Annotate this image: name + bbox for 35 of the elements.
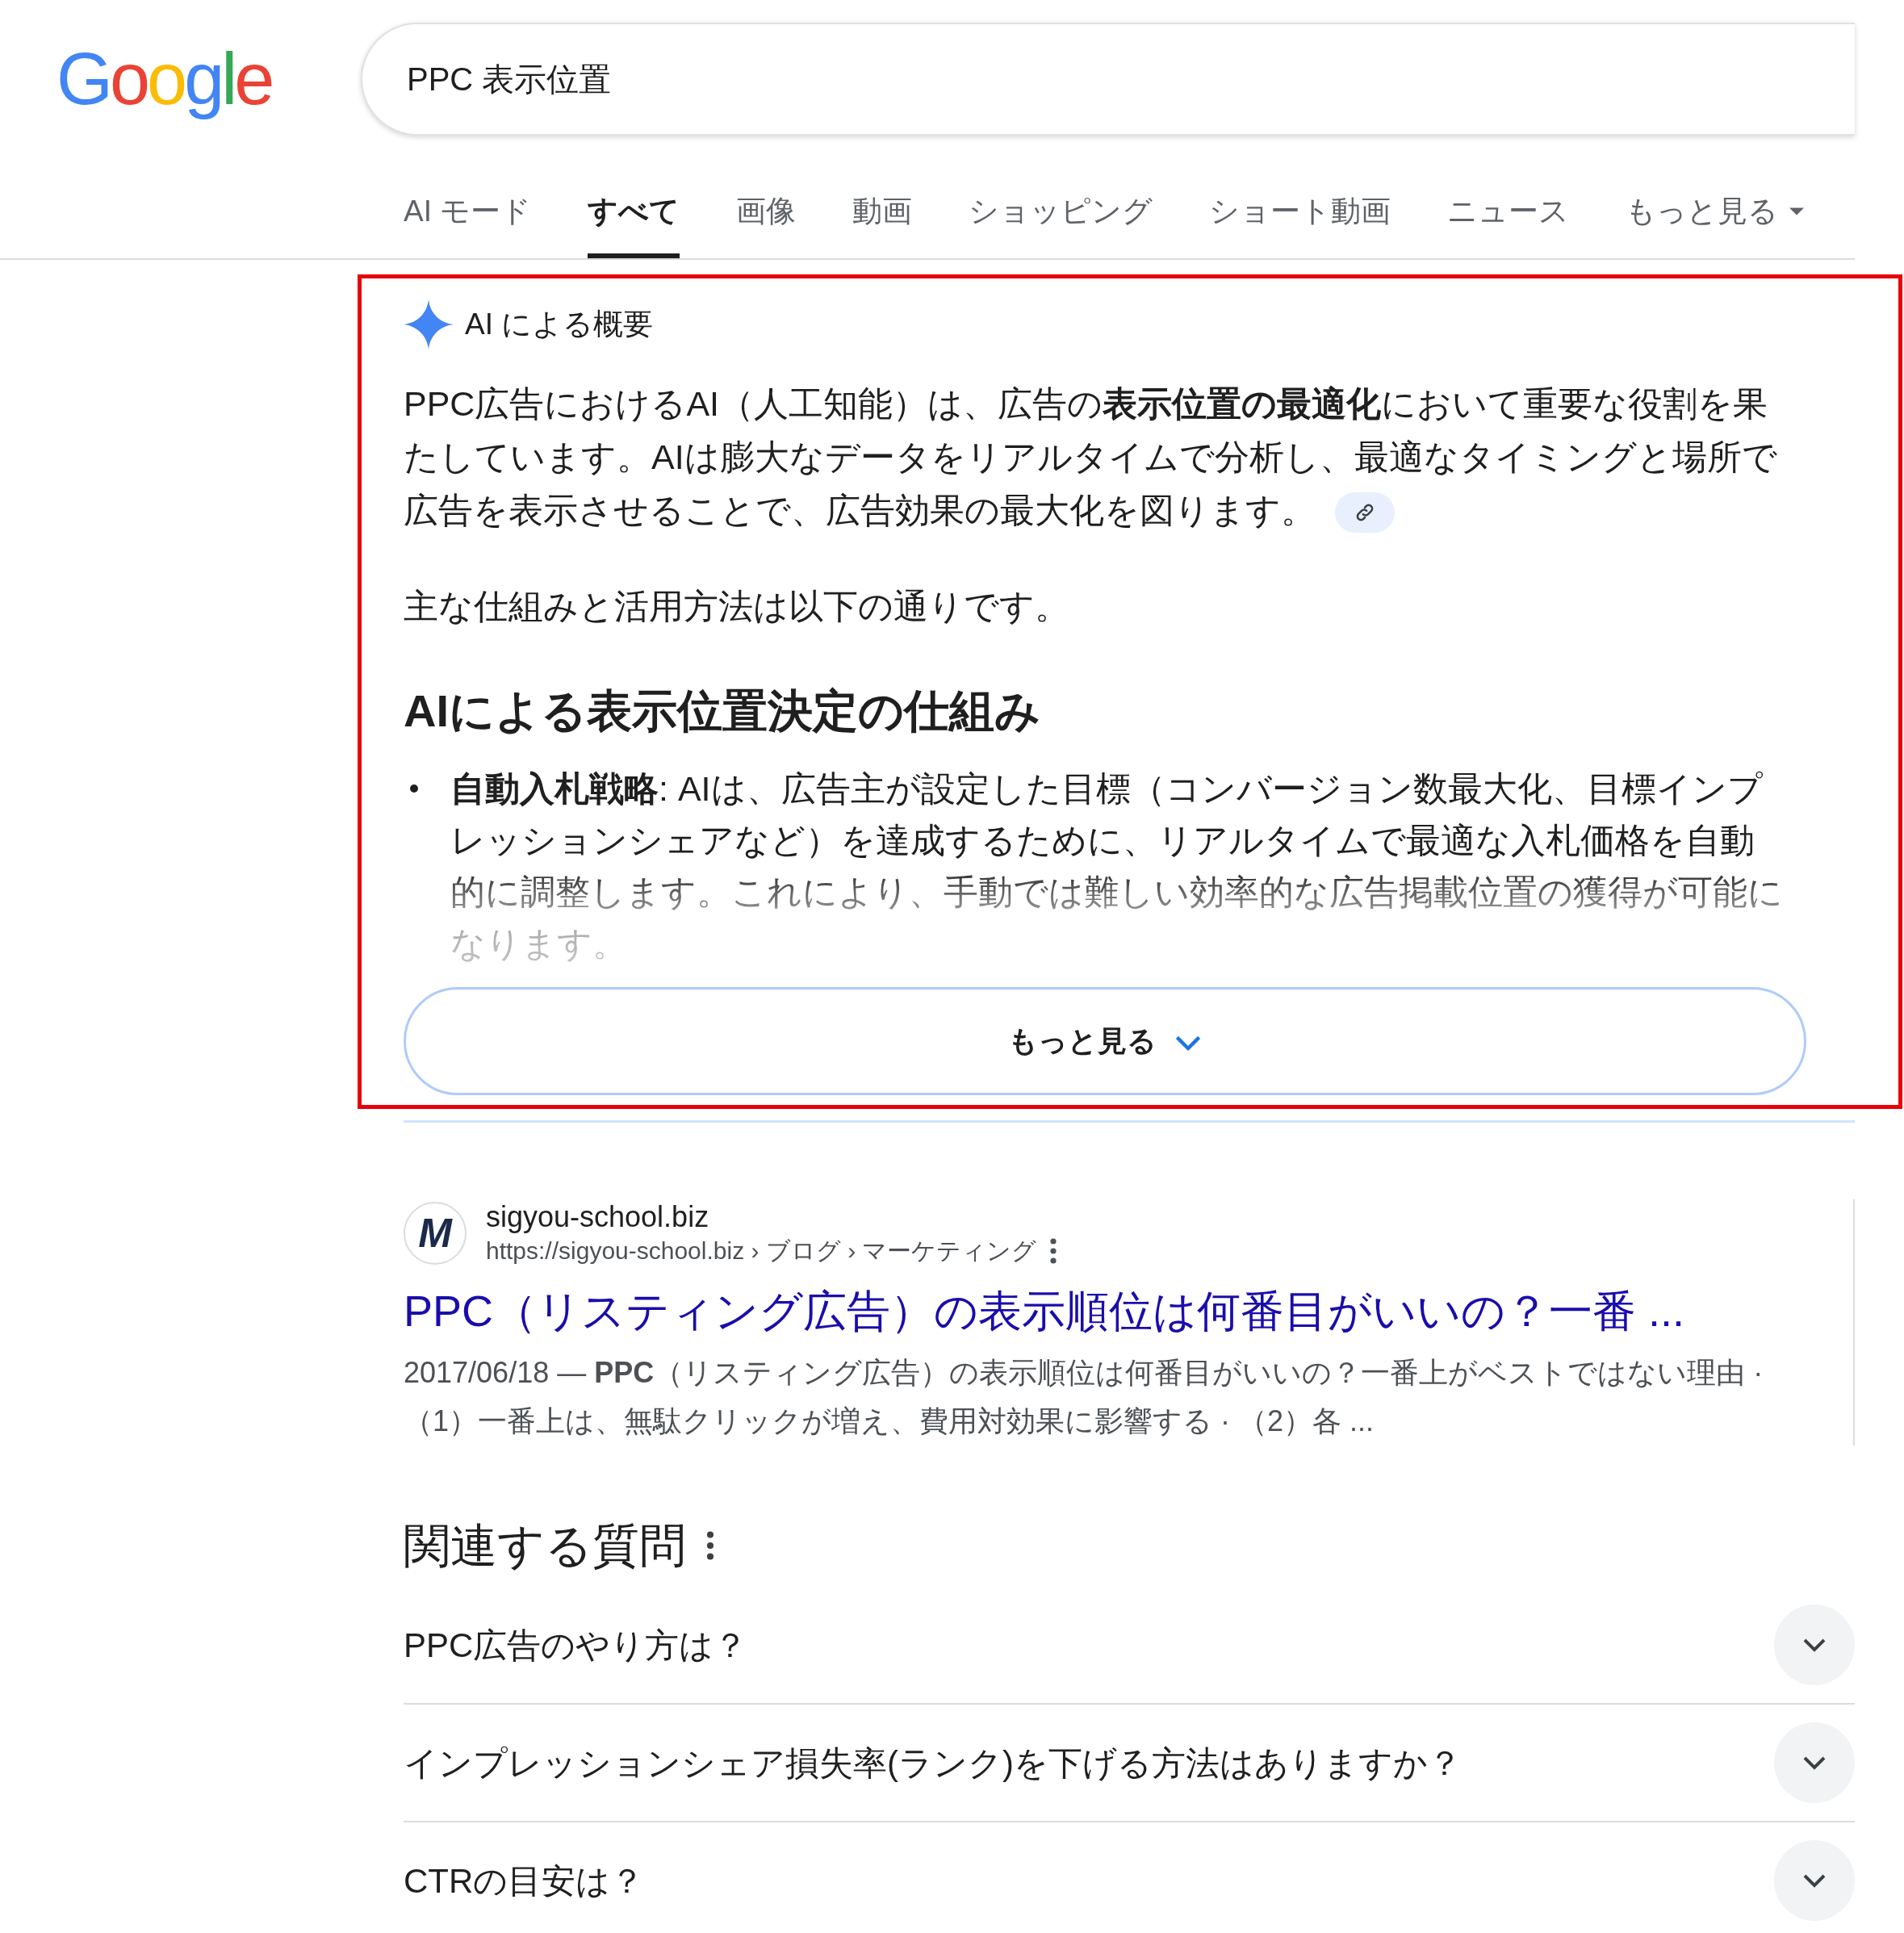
question-text[interactable]: PPC広告のやり方は？ bbox=[404, 1619, 748, 1671]
tab[interactable]: 動画 bbox=[852, 189, 913, 258]
link-icon-button[interactable] bbox=[1335, 492, 1395, 533]
question-text[interactable]: インプレッションシェア損失率(ランク)を下げる方法はありますか？ bbox=[404, 1737, 1462, 1789]
result-url: https://sigyou-school.biz › ブログ › マーケティング bbox=[486, 1236, 1037, 1266]
chevron-icon bbox=[1174, 1035, 1202, 1052]
section-title: AI による概要 bbox=[465, 306, 654, 342]
tab[interactable]: すべて bbox=[588, 189, 680, 258]
section-heading: AIによる表示位置決定の仕組み bbox=[404, 684, 1041, 738]
chevron-icon bbox=[1802, 1873, 1827, 1888]
sparkle-icon bbox=[404, 299, 454, 349]
result-title-link[interactable]: PPC（リスティング広告）の表示順位は何番目がいいの？一番 ... bbox=[404, 1278, 1853, 1344]
tab[interactable]: ショート動画 bbox=[1209, 189, 1391, 258]
chevron-icon bbox=[1802, 1755, 1827, 1770]
related-title: 関連する質問 bbox=[404, 1518, 686, 1573]
search-field[interactable]: PPC 表示位置 bbox=[361, 23, 1855, 136]
tab[interactable]: ショッピング bbox=[969, 189, 1153, 258]
site-favicon: M bbox=[404, 1202, 467, 1265]
bullet-text: 自動入札戦略: AIは、広告主が設定した目標（コンバージョン数最大化、目標インプレッションシェアなど）を達成するために、リアルタイムで最適な入札価格を自動的に調整します。これにより、手動では難しい効率的な広告掲載位置の獲得が可能になります。 bbox=[450, 769, 1783, 963]
result-snippet: 2017/06/18 — PPC（リスティング広告）の表示順位は何番目がいいの？一番上がベストではない理由 · （1）一番上は、無駄クリックが増え、費用対効果に影響する · （2）各 ... bbox=[404, 1355, 1764, 1439]
intro-text: 主な仕組みと活用方法は以下の通りです。 bbox=[404, 585, 1070, 627]
show-more-button[interactable]: もっと見る bbox=[404, 987, 1806, 1095]
more-options-icon[interactable] bbox=[1049, 1238, 1058, 1264]
more-options-icon[interactable] bbox=[705, 1530, 715, 1560]
overview-paragraph: PPC広告におけるAI（人工知能）は、広告の表示位置の最適化において重要な役割を果たしています。AIは膨大なデータをリアルタイムで分析し、最適なタイミングと場所で広告を表示させることで、広告効果の最大化を図ります。 bbox=[404, 376, 1800, 537]
tab[interactable]: 画像 bbox=[736, 189, 797, 258]
bullet-dot bbox=[410, 784, 418, 793]
caret-icon bbox=[1789, 207, 1805, 215]
chevron-icon bbox=[1802, 1638, 1827, 1652]
tab[interactable]: ニュース bbox=[1447, 189, 1570, 258]
tab[interactable]: AI モード bbox=[404, 189, 532, 258]
site-name: sigyou-school.biz bbox=[486, 1199, 710, 1235]
logo[interactable]: Google bbox=[56, 38, 277, 119]
tab[interactable]: もっと見る bbox=[1626, 189, 1805, 258]
question-text[interactable]: CTRの目安は？ bbox=[404, 1855, 645, 1906]
